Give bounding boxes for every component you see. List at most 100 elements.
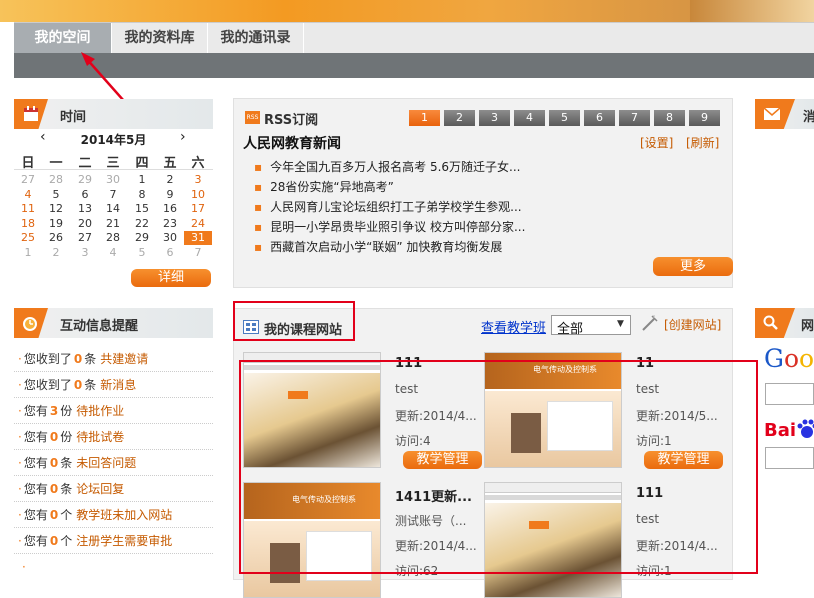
calendar-day[interactable]: 3 bbox=[184, 173, 212, 187]
calendar-day[interactable]: 20 bbox=[71, 217, 99, 231]
reminder-link[interactable]: 待批试卷 bbox=[76, 430, 124, 444]
rss-page-button[interactable]: 2 bbox=[444, 110, 475, 126]
reminder-unit: 个 bbox=[60, 508, 73, 522]
calendar-day[interactable]: 4 bbox=[99, 246, 127, 260]
calendar-day[interactable]: 15 bbox=[128, 202, 156, 216]
calendar-day[interactable]: 6 bbox=[156, 246, 184, 260]
rss-icon: RSS bbox=[245, 111, 260, 124]
rss-news-item[interactable]: ▪ 今年全国九百多万人报名高考 5.6万随迁子女... bbox=[254, 158, 520, 175]
rss-more-button[interactable]: 更多 bbox=[653, 257, 733, 276]
calendar-day[interactable]: 5 bbox=[128, 246, 156, 260]
rss-page-button[interactable]: 7 bbox=[619, 110, 650, 126]
reminder-item: · 您收到了 0 条新消息 bbox=[14, 372, 213, 398]
rss-page-button[interactable]: 6 bbox=[584, 110, 615, 126]
reminder-link[interactable]: 注册学生需要审批 bbox=[76, 534, 172, 548]
rss-news-text[interactable]: 西藏首次启动小学“联姻” 加快教育均衡发展 bbox=[270, 240, 502, 254]
calendar-day[interactable]: 31 bbox=[184, 231, 212, 245]
calendar-day[interactable]: 1 bbox=[14, 246, 42, 260]
calendar-day[interactable]: 26 bbox=[42, 231, 70, 245]
calendar-day[interactable]: 5 bbox=[42, 188, 70, 202]
calendar-day[interactable]: 11 bbox=[14, 202, 42, 216]
rss-page-button[interactable]: 5 bbox=[549, 110, 580, 126]
calendar-weekday: 日 bbox=[21, 156, 35, 171]
calendar-day[interactable]: 29 bbox=[71, 173, 99, 187]
calendar-day[interactable]: 27 bbox=[14, 173, 42, 187]
calendar-day[interactable]: 1 bbox=[128, 173, 156, 187]
calendar-day[interactable]: 4 bbox=[14, 188, 42, 202]
calendar-day[interactable]: 19 bbox=[42, 217, 70, 231]
calendar-day[interactable]: 18 bbox=[14, 217, 42, 231]
bullet-icon: · bbox=[18, 456, 22, 470]
search-icon bbox=[755, 308, 795, 338]
rss-news-text[interactable]: 今年全国九百多万人报名高考 5.6万随迁子女... bbox=[270, 160, 520, 174]
calendar-day[interactable]: 14 bbox=[99, 202, 127, 216]
reminder-link[interactable]: 新消息 bbox=[100, 378, 136, 392]
baidu-logo: Bai bbox=[764, 418, 814, 441]
calendar-day[interactable]: 7 bbox=[99, 188, 127, 202]
calendar-day[interactable]: 28 bbox=[42, 173, 70, 187]
bullet-icon: · bbox=[18, 482, 22, 496]
google-search-input[interactable] bbox=[765, 383, 814, 405]
rss-news-item[interactable]: ▪ 28省份实施“异地高考” bbox=[254, 178, 394, 195]
reminder-link[interactable]: 未回答问题 bbox=[76, 456, 136, 470]
calendar-next-button[interactable]: › bbox=[180, 129, 186, 145]
calendar-day[interactable]: 25 bbox=[14, 231, 42, 245]
calendar-day[interactable]: 30 bbox=[156, 231, 184, 245]
reminder-count: 0 bbox=[49, 430, 59, 444]
course-filter-select[interactable]: 全部 ▼ bbox=[551, 315, 631, 337]
calendar-day[interactable]: 21 bbox=[99, 217, 127, 231]
create-site-link[interactable]: [创建网站] bbox=[664, 316, 721, 333]
rss-refresh-link[interactable]: [刷新] bbox=[686, 134, 719, 151]
calendar-day[interactable]: 2 bbox=[156, 173, 184, 187]
calendar-day[interactable]: 13 bbox=[71, 202, 99, 216]
calendar-day[interactable]: 8 bbox=[128, 188, 156, 202]
rss-news-text[interactable]: 人民网育儿宝论坛组织打工子弟学校学生参观... bbox=[270, 200, 521, 214]
reminder-prefix: 您有 bbox=[23, 482, 48, 496]
calendar-day[interactable]: 7 bbox=[184, 246, 212, 260]
reminder-link[interactable]: 论坛回复 bbox=[76, 482, 124, 496]
site-banner bbox=[0, 0, 814, 22]
rss-page-button[interactable]: 4 bbox=[514, 110, 545, 126]
calendar-day[interactable]: 29 bbox=[128, 231, 156, 245]
calendar-day[interactable]: 30 bbox=[99, 173, 127, 187]
calendar-day[interactable]: 24 bbox=[184, 217, 212, 231]
rss-news-item[interactable]: ▪ 西藏首次启动小学“联姻” 加快教育均衡发展 bbox=[254, 238, 502, 255]
calendar-day[interactable]: 9 bbox=[156, 188, 184, 202]
calendar-day[interactable]: 16 bbox=[156, 202, 184, 216]
baidu-paw-icon bbox=[797, 419, 814, 438]
rss-news-text[interactable]: 28省份实施“异地高考” bbox=[270, 180, 394, 194]
rss-news-item[interactable]: ▪ 昆明一小学昂贵毕业照引争议 校方叫停部分家... bbox=[254, 218, 525, 235]
calendar-day[interactable]: 27 bbox=[71, 231, 99, 245]
calendar-day[interactable]: 23 bbox=[156, 217, 184, 231]
rss-page-button[interactable]: 1 bbox=[409, 110, 440, 126]
google-logo: Goog bbox=[764, 344, 814, 373]
reminder-prefix: 您收到了 bbox=[23, 352, 72, 366]
rss-page-button[interactable]: 9 bbox=[689, 110, 720, 126]
calendar-day[interactable]: 6 bbox=[71, 188, 99, 202]
tab-my-contacts[interactable]: 我的通讯录 bbox=[208, 23, 304, 53]
bullet-icon: · bbox=[18, 404, 22, 418]
baidu-search-input[interactable] bbox=[765, 447, 814, 469]
calendar-day[interactable]: 22 bbox=[128, 217, 156, 231]
calendar-day[interactable]: 17 bbox=[184, 202, 212, 216]
view-class-link[interactable]: 查看教学班 bbox=[481, 317, 546, 336]
rss-page-button[interactable]: 8 bbox=[654, 110, 685, 126]
calendar-day[interactable]: 12 bbox=[42, 202, 70, 216]
rss-settings-link[interactable]: [设置] bbox=[640, 134, 673, 151]
calendar-day[interactable]: 3 bbox=[71, 246, 99, 260]
rss-news-text[interactable]: 昆明一小学昂贵毕业照引争议 校方叫停部分家... bbox=[270, 220, 525, 234]
calendar-day[interactable]: 10 bbox=[184, 188, 212, 202]
rss-news-item[interactable]: ▪ 人民网育儿宝论坛组织打工子弟学校学生参观... bbox=[254, 198, 522, 215]
reminder-item: · 您有 0 个注册学生需要审批 bbox=[14, 528, 213, 554]
reminder-link[interactable]: 待批作业 bbox=[76, 404, 124, 418]
reminder-unit: 份 bbox=[60, 430, 73, 444]
reminder-link[interactable]: 教学班未加入网站 bbox=[76, 508, 172, 522]
rss-page-button[interactable]: 3 bbox=[479, 110, 510, 126]
calendar-detail-button[interactable]: 详细 bbox=[131, 269, 211, 287]
calendar-weekday: 三 bbox=[106, 156, 120, 171]
annotation-box-course-list bbox=[239, 360, 758, 574]
calendar-day[interactable]: 2 bbox=[42, 246, 70, 260]
reminder-link[interactable]: 共建邀请 bbox=[100, 352, 148, 366]
calendar-day[interactable]: 28 bbox=[99, 231, 127, 245]
bullet-icon: ▪ bbox=[254, 160, 263, 174]
